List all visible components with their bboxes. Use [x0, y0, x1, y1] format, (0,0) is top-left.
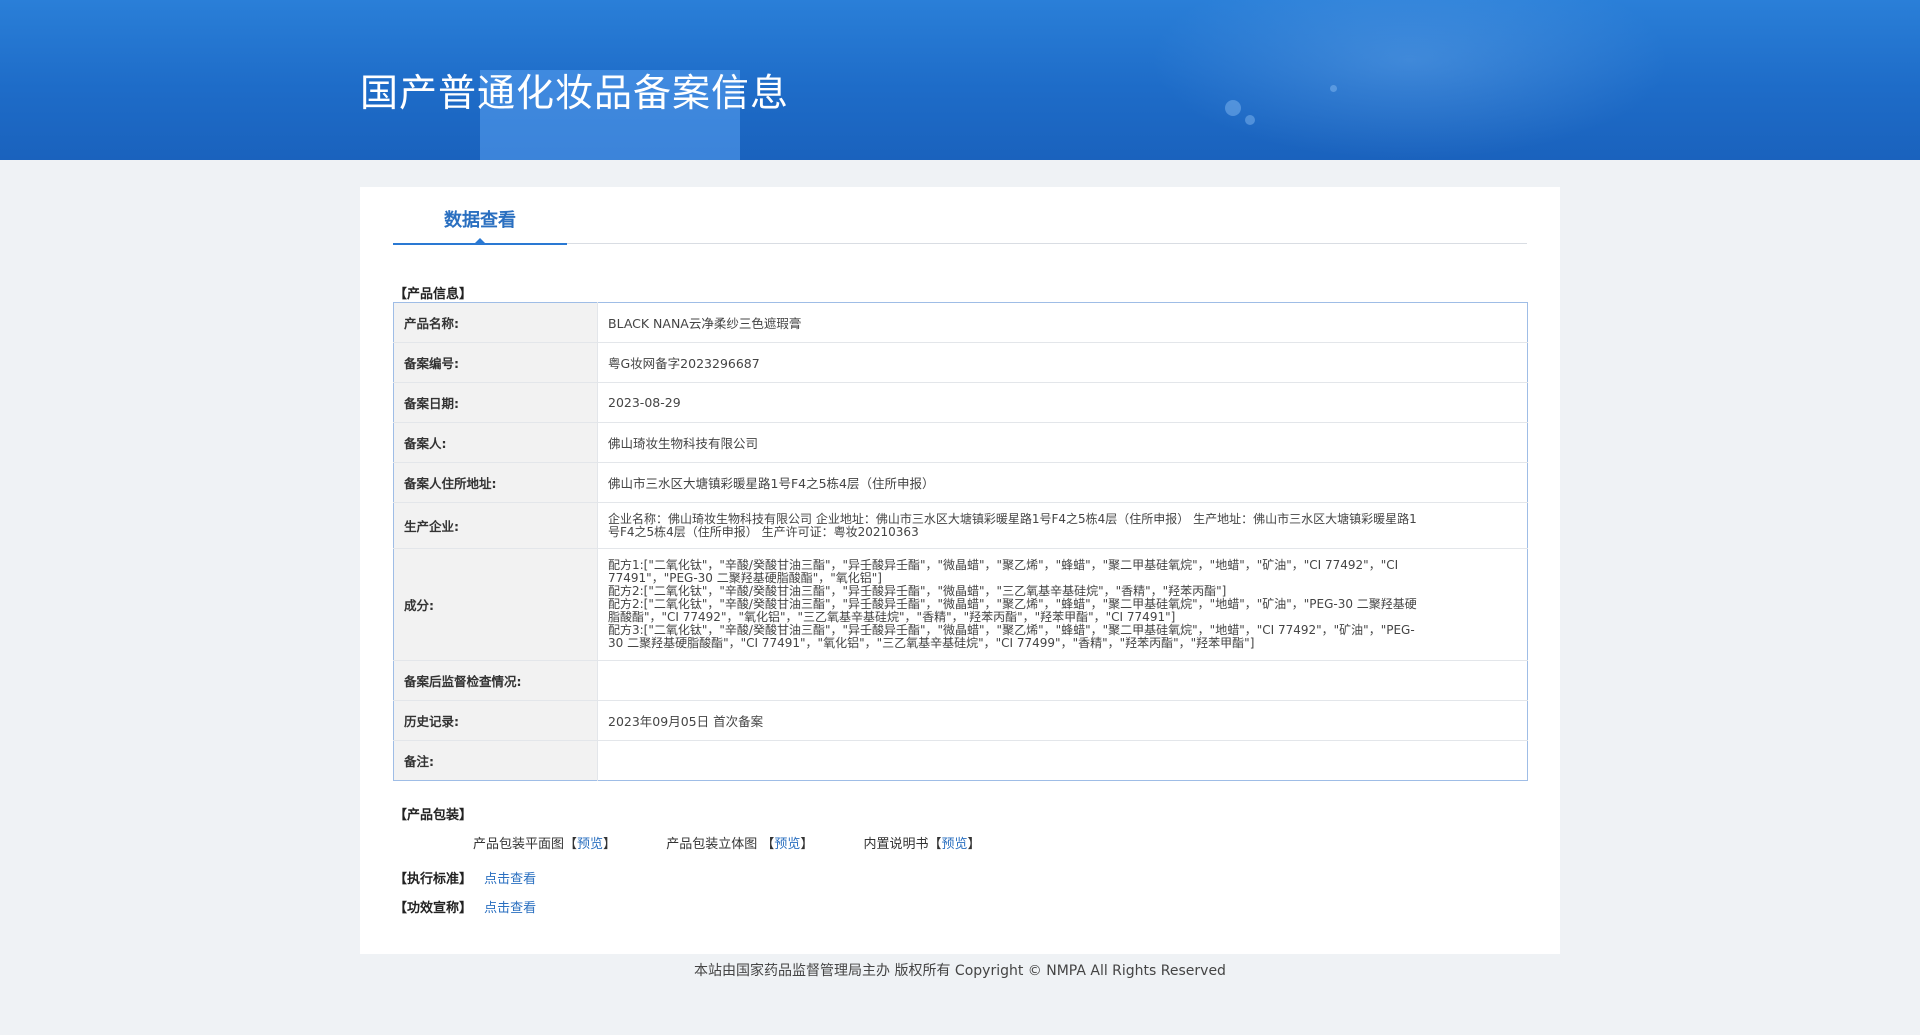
- table-row: 产品名称: BLACK NANA云净柔纱三色遮瑕膏: [393, 302, 1528, 343]
- banner-dot: [1245, 115, 1255, 125]
- product-info-table: 产品名称: BLACK NANA云净柔纱三色遮瑕膏 备案编号: 粤G妆网备字20…: [393, 302, 1528, 781]
- packaging-3d-preview-link[interactable]: 预览: [774, 837, 800, 852]
- table-row: 生产企业: 企业名称：佛山琦妆生物科技有限公司 企业地址：佛山市三水区大塘镇彩暖…: [393, 502, 1528, 549]
- remarks-value: [597, 740, 1528, 781]
- row-key: 成分:: [393, 548, 598, 661]
- packaging-flat-label: 产品包装平面图: [473, 837, 565, 852]
- table-row: 备案编号: 粤G妆网备字2023296687: [393, 342, 1528, 383]
- standards-label: 【执行标准】: [394, 872, 473, 887]
- banner-decoration: [1150, 0, 1670, 160]
- formula-line: 配方1:["二氧化钛"，"辛酸/癸酸甘油三酯"，"异壬酸异壬酯"，"微晶蜡"，"…: [608, 558, 1399, 585]
- row-key: 备案人:: [393, 422, 598, 463]
- table-row: 备案人: 佛山琦妆生物科技有限公司: [393, 422, 1528, 463]
- ingredients-value: 配方1:["二氧化钛"，"辛酸/癸酸甘油三酯"，"异壬酸异壬酯"，"微晶蜡"，"…: [597, 548, 1528, 661]
- banner-dot: [1225, 100, 1241, 116]
- manual-label: 内置说明书: [863, 837, 929, 852]
- packaging-flat-preview-link[interactable]: 预览: [577, 837, 603, 852]
- manual-preview-link[interactable]: 预览: [942, 837, 968, 852]
- packaging-label: 【产品包装】: [394, 808, 473, 823]
- standards-row: 【执行标准】 点击查看: [394, 868, 536, 887]
- row-key: 备注:: [393, 740, 598, 781]
- manual-item: 内置说明书【预览】: [863, 837, 981, 852]
- header-banner: 国产普通化妆品备案信息: [0, 0, 1920, 160]
- registrant-value: 佛山琦妆生物科技有限公司: [597, 422, 1528, 463]
- page-title: 国产普通化妆品备案信息: [360, 71, 790, 115]
- row-key: 历史记录:: [393, 700, 598, 741]
- table-row: 历史记录: 2023年09月05日 首次备案: [393, 700, 1528, 741]
- history-value: 2023年09月05日 首次备案: [597, 700, 1528, 741]
- packaging-3d-item: 产品包装立体图 【预览】: [666, 837, 818, 852]
- packaging-3d-label: 产品包装立体图: [666, 837, 758, 852]
- standards-view-link[interactable]: 点击查看: [484, 872, 536, 887]
- supervision-value: [597, 660, 1528, 701]
- table-row: 备案后监督检查情况:: [393, 660, 1528, 701]
- tab-label: 数据查看: [444, 210, 516, 231]
- table-row: 备案日期: 2023-08-29: [393, 382, 1528, 423]
- table-row: 成分: 配方1:["二氧化钛"，"辛酸/癸酸甘油三酯"，"异壬酸异壬酯"，"微晶…: [393, 548, 1528, 661]
- packaging-links: 产品包装平面图【预览】 产品包装立体图 【预览】 内置说明书【预览】: [473, 833, 1027, 852]
- content-panel: 数据查看 【产品信息】 产品名称: BLACK NANA云净柔纱三色遮瑕膏 备案…: [360, 187, 1560, 954]
- formula-line: 配方2:["二氧化钛"，"辛酸/癸酸甘油三酯"，"异壬酸异壬酯"，"微晶蜡"，"…: [608, 597, 1417, 624]
- table-row: 备案人住所地址: 佛山市三水区大塘镇彩暖星路1号F4之5栋4层（住所申报）: [393, 462, 1528, 503]
- row-key: 生产企业:: [393, 502, 598, 549]
- table-row: 备注:: [393, 740, 1528, 781]
- row-key: 产品名称:: [393, 302, 598, 343]
- row-key: 备案人住所地址:: [393, 462, 598, 503]
- tab-active-caret-icon: [474, 238, 486, 244]
- efficacy-row: 【功效宣称】 点击查看: [394, 897, 536, 916]
- row-key: 备案编号:: [393, 342, 598, 383]
- banner-dot: [1330, 85, 1337, 92]
- footer-copyright: 本站由国家药品监督管理局主办 版权所有 Copyright © NMPA All…: [694, 963, 1226, 979]
- registration-number-value: 粤G妆网备字2023296687: [597, 342, 1528, 383]
- efficacy-label: 【功效宣称】: [394, 901, 473, 916]
- tab-bar: 数据查看: [393, 210, 1527, 245]
- product-name-value: BLACK NANA云净柔纱三色遮瑕膏: [608, 316, 802, 331]
- efficacy-view-link[interactable]: 点击查看: [484, 901, 536, 916]
- packaging-flat-item: 产品包装平面图【预览】: [473, 837, 621, 852]
- registration-date-value: 2023-08-29: [597, 382, 1528, 423]
- row-key: 备案后监督检查情况:: [393, 660, 598, 701]
- manufacturer-value: 企业名称：佛山琦妆生物科技有限公司 企业地址：佛山市三水区大塘镇彩暖星路1号F4…: [597, 502, 1528, 549]
- formula-line: 配方3:["二氧化钛"，"辛酸/癸酸甘油三酯"，"异壬酸异壬酯"，"微晶蜡"，"…: [608, 623, 1415, 650]
- row-key: 备案日期:: [393, 382, 598, 423]
- registrant-address-value: 佛山市三水区大塘镇彩暖星路1号F4之5栋4层（住所申报）: [597, 462, 1528, 503]
- product-info-label: 【产品信息】: [394, 287, 473, 302]
- manufacturer-text: 企业名称：佛山琦妆生物科技有限公司 企业地址：佛山市三水区大塘镇彩暖星路1号F4…: [608, 511, 1417, 539]
- tab-data-view[interactable]: 数据查看: [393, 210, 567, 245]
